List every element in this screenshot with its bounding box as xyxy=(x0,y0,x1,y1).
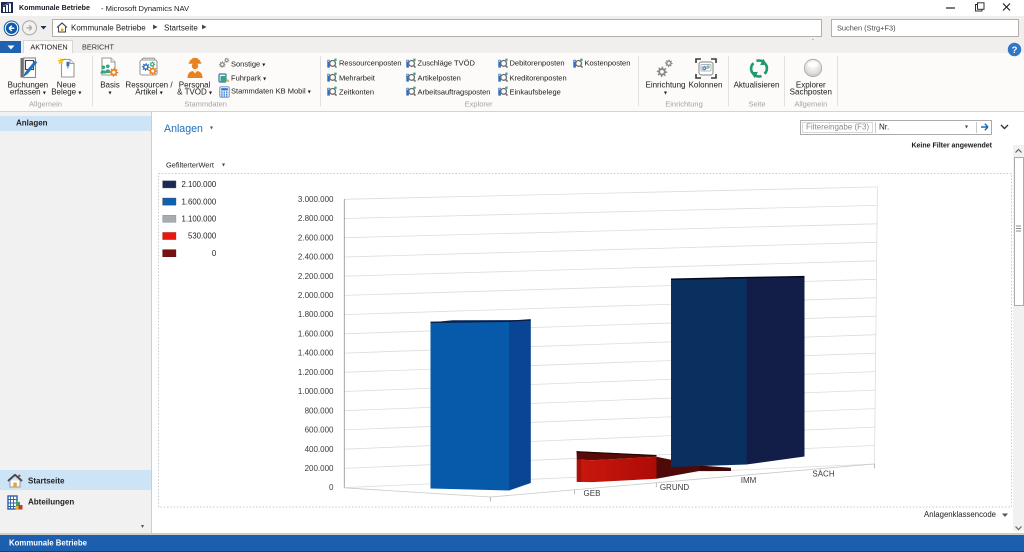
svg-text:2.000.000: 2.000.000 xyxy=(298,291,334,300)
svg-text:2.600.000: 2.600.000 xyxy=(298,233,334,242)
svg-text:800.000: 800.000 xyxy=(305,406,334,415)
svg-text:IMM: IMM xyxy=(741,476,757,485)
svg-text:1.100.000: 1.100.000 xyxy=(182,215,217,224)
svg-text:1.800.000: 1.800.000 xyxy=(298,310,334,319)
svg-text:2.200.000: 2.200.000 xyxy=(298,272,334,281)
svg-text:530.000: 530.000 xyxy=(188,232,217,241)
svg-text:GRUND: GRUND xyxy=(660,483,690,492)
svg-text:3.000.000: 3.000.000 xyxy=(298,195,334,204)
svg-text:1.400.000: 1.400.000 xyxy=(298,349,334,358)
svg-text:1.600.000: 1.600.000 xyxy=(182,197,217,206)
svg-text:0: 0 xyxy=(212,249,217,258)
svg-text:1.000.000: 1.000.000 xyxy=(298,387,334,396)
svg-text:Anlagenklassencode: Anlagenklassencode xyxy=(924,510,996,519)
svg-text:SACH: SACH xyxy=(812,469,834,478)
svg-text:2.800.000: 2.800.000 xyxy=(298,214,334,223)
svg-text:200.000: 200.000 xyxy=(305,464,334,473)
svg-text:1.600.000: 1.600.000 xyxy=(298,329,334,338)
svg-text:2.400.000: 2.400.000 xyxy=(298,253,334,262)
svg-text:?: ? xyxy=(1012,45,1018,56)
svg-text:1.200.000: 1.200.000 xyxy=(298,368,334,377)
svg-text:GEB: GEB xyxy=(584,489,601,498)
svg-text:400.000: 400.000 xyxy=(305,445,334,454)
svg-text:0: 0 xyxy=(329,483,334,492)
svg-text:600.000: 600.000 xyxy=(305,426,334,435)
svg-text:2.100.000: 2.100.000 xyxy=(182,180,217,189)
